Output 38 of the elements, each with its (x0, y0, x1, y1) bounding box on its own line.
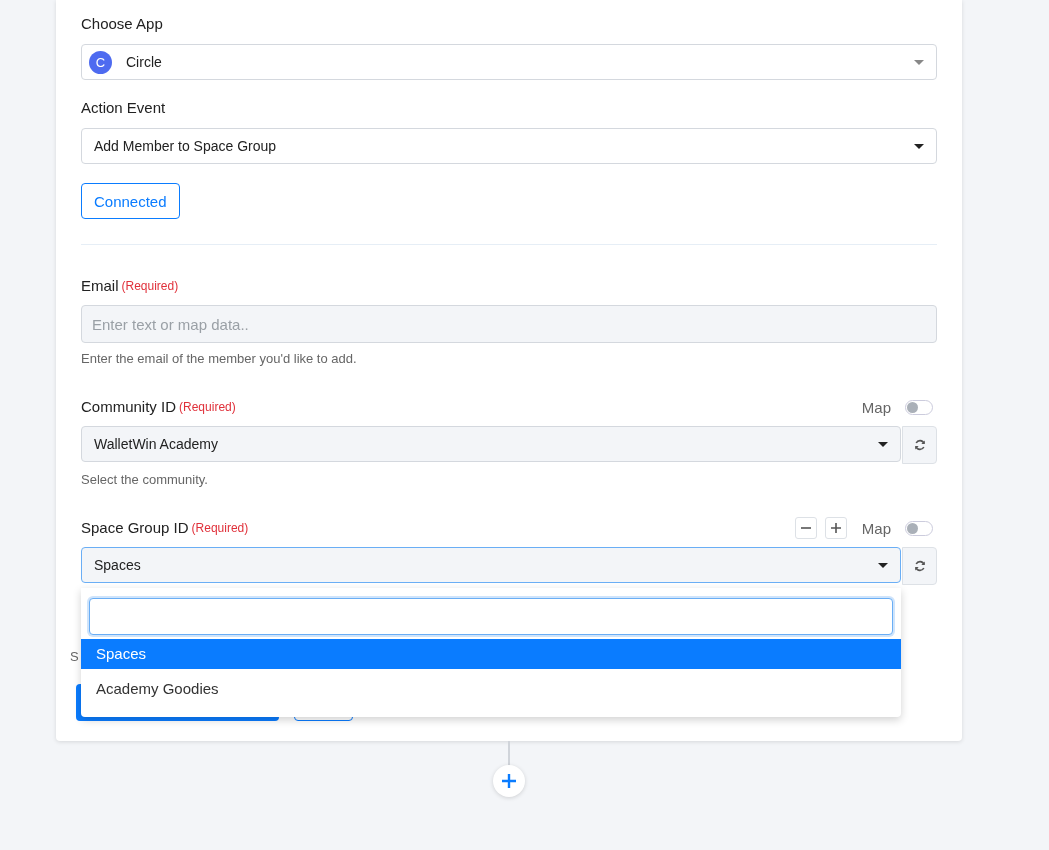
plus-icon (502, 774, 516, 788)
field-label: Community ID (81, 397, 177, 417)
connected-button[interactable]: Connected (81, 183, 180, 219)
caret-icon (878, 562, 888, 568)
email-field[interactable]: Enter text or map data.. (81, 305, 937, 343)
add-step-button[interactable] (493, 765, 525, 797)
map-label: Map (861, 519, 891, 537)
dropdown-option[interactable]: Spaces (81, 639, 901, 669)
required-label: (Required) (179, 400, 236, 414)
remove-button[interactable] (794, 517, 817, 539)
field-label: Space Group ID (81, 518, 189, 538)
select-field[interactable]: Spaces (81, 547, 901, 583)
refresh-icon (913, 439, 926, 451)
map-label: Map (861, 398, 891, 416)
field-label: Choose App (81, 14, 164, 34)
map-toggle[interactable] (905, 520, 933, 536)
caret-icon (914, 59, 924, 65)
app-logo-icon: C (89, 50, 112, 74)
app-select[interactable]: C Circle (81, 44, 937, 80)
refresh-icon (913, 560, 926, 572)
help-text: S (70, 649, 79, 664)
caret-icon (914, 143, 924, 149)
field-label: Action Event (81, 98, 167, 118)
required-label: (Required) (121, 279, 179, 293)
plus-icon (830, 523, 841, 533)
refresh-button[interactable] (902, 426, 937, 464)
search-field[interactable] (89, 598, 893, 635)
help-text: Select the community. (81, 472, 209, 487)
dropdown-option[interactable]: Academy Goodies (81, 669, 901, 709)
refresh-button[interactable] (902, 547, 937, 585)
caret-icon (878, 441, 888, 447)
field-label: Email (81, 276, 119, 296)
select-field[interactable]: WalletWin Academy (81, 426, 901, 462)
help-text: Enter the email of the member you'd like to add. (81, 351, 358, 366)
action-select[interactable]: Add Member to Space Group (81, 128, 937, 164)
add-button[interactable] (824, 517, 847, 539)
map-toggle[interactable] (905, 399, 933, 415)
required-label: (Required) (191, 521, 249, 535)
